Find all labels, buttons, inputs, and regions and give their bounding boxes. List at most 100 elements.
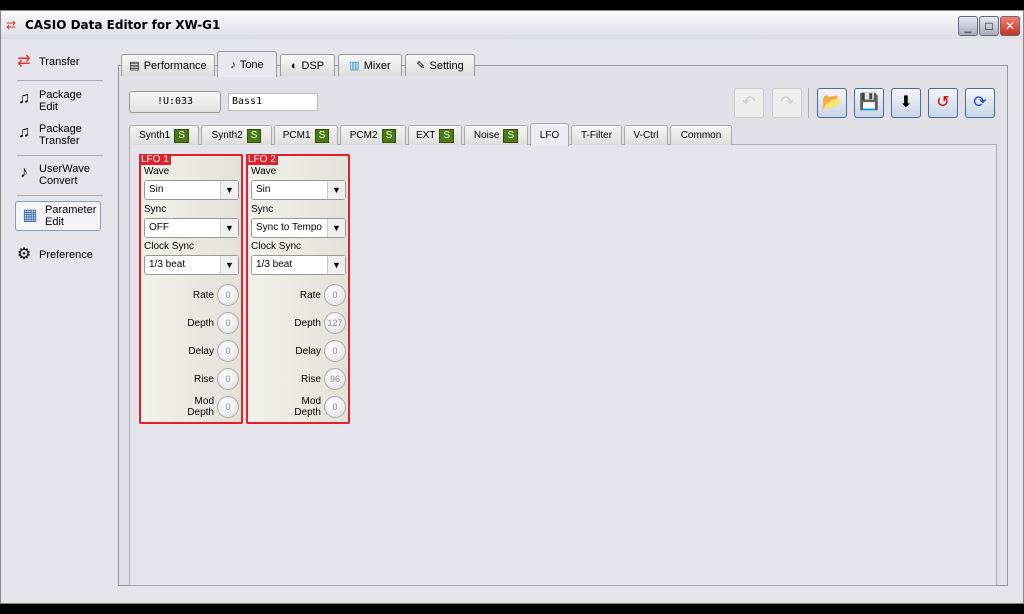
title-bar: ⇄ CASIO Data Editor for XW-G1 _ □ ✕ (1, 11, 1023, 39)
tab-setting[interactable]: ✎ Setting (405, 54, 475, 76)
rate-label: Rate (299, 289, 321, 301)
subtab-common[interactable]: Common (670, 125, 732, 145)
depth-control: Depth 0 (141, 312, 239, 334)
mod_depth-label: Mod Depth (187, 396, 214, 418)
sync-value: Sync to Tempo (256, 222, 322, 233)
tab-mixer[interactable]: ▥ Mixer (338, 54, 402, 76)
sidebar-item-transfer[interactable]: ⇄ Transfer (13, 51, 105, 73)
chevron-down-icon: ▼ (327, 181, 345, 199)
subtab-pcm2[interactable]: PCM2 S (340, 125, 406, 145)
subtab-noise[interactable]: Noise S (464, 125, 528, 145)
patch-number-button[interactable]: !U:033 (129, 91, 221, 113)
wave-dropdown[interactable]: Sin ▼ (251, 180, 346, 200)
mod_depth-knob[interactable]: 0 (217, 396, 239, 418)
subtab-t-filter[interactable]: T-Filter (571, 125, 622, 145)
sync-dropdown[interactable]: OFF ▼ (144, 218, 239, 238)
depth-knob[interactable]: 0 (217, 312, 239, 334)
sidebar-item-preference[interactable]: ⚙ Preference (13, 244, 105, 266)
tab-tone[interactable]: ♪ Tone (217, 51, 277, 77)
load-from-device-button[interactable]: ↺ (928, 88, 958, 118)
package-transfer-icon: ♫ (18, 124, 30, 141)
subtab-synth1[interactable]: Synth1 S (129, 125, 199, 145)
lfo2-group: LFO 2 Wave Sin ▼ Sync Sync to Tempo ▼ Clock Syn… (246, 154, 350, 424)
folder-open-icon: 📂 (822, 94, 842, 111)
rate-knob[interactable]: 0 (324, 284, 346, 306)
redo-icon: ↷ (780, 94, 794, 111)
gear-icon: ⚙ (16, 246, 32, 263)
sync-button[interactable]: ⟳ (965, 88, 995, 118)
clock_sync-dropdown[interactable]: 1/3 beat ▼ (144, 255, 239, 275)
delay-knob[interactable]: 0 (324, 340, 346, 362)
write-to-device-button[interactable]: ⬇ (891, 88, 921, 118)
status-badge: S (439, 128, 455, 143)
tab-dsp[interactable]: ◐ DSP (280, 54, 335, 76)
lfo1-group: LFO 1 Wave Sin ▼ Sync OFF ▼ Clock Sync 1/3 beat ▼… (139, 154, 243, 424)
subtab-label: Common (680, 130, 722, 141)
sync-dropdown[interactable]: Sync to Tempo ▼ (251, 218, 346, 238)
chip-download-icon: ⬇ (899, 94, 913, 111)
rate-label: Rate (192, 289, 214, 301)
close-button[interactable]: ✕ (1000, 16, 1020, 36)
sidebar-item-label: UserWave Convert (39, 163, 90, 187)
subtab-lfo[interactable]: LFO (530, 123, 569, 146)
subtab-label: Synth2 (211, 130, 243, 141)
performance-icon: ▤ (129, 60, 140, 72)
maximize-button[interactable]: □ (979, 16, 999, 36)
subtab-pcm1[interactable]: PCM1 S (274, 125, 338, 145)
subtab-v-ctrl[interactable]: V-Ctrl (624, 125, 668, 145)
tone-name-input[interactable]: Bass1 (228, 93, 318, 111)
delay-control: Delay 0 (248, 340, 346, 362)
subtab-synth2[interactable]: Synth2 S (201, 125, 272, 145)
open-button[interactable]: 📂 (817, 88, 847, 118)
mod_depth-control: Mod Depth 0 (248, 396, 346, 418)
app-window: ⇄ CASIO Data Editor for XW-G1 _ □ ✕ ⇄ Tra… (0, 10, 1024, 604)
redo-button[interactable]: ↷ (772, 88, 802, 118)
sync-label: Sync (144, 204, 167, 215)
delay-knob[interactable]: 0 (217, 340, 239, 362)
subtab-label: Noise (473, 130, 500, 141)
wave-label: Wave (251, 166, 277, 177)
sidebar-item-parameter-edit[interactable]: ▦ Parameter Edit (15, 201, 101, 231)
status-badge: S (246, 128, 262, 143)
rate-control: Rate 0 (141, 284, 239, 306)
sidebar-item-userwave-convert[interactable]: ♪ UserWave Convert (13, 163, 105, 187)
subtab-label: V-Ctrl (633, 130, 659, 141)
wave-dropdown[interactable]: Sin ▼ (144, 180, 239, 200)
subtab-ext[interactable]: EXT S (408, 125, 462, 145)
status-badge: S (381, 128, 397, 143)
rise-knob[interactable]: 96 (324, 368, 346, 390)
rise-label: Rise (193, 373, 214, 385)
divider (17, 80, 103, 81)
sidebar-item-label: Parameter Edit (45, 204, 97, 228)
lfo-title: LFO 1 (139, 154, 171, 165)
sidebar-item-package-edit[interactable]: ♫ Package Edit (13, 89, 105, 113)
sync-label: Sync (251, 204, 274, 215)
clock_sync-value: 1/3 beat (149, 259, 186, 270)
rate-knob[interactable]: 0 (217, 284, 239, 306)
status-badge: S (314, 128, 330, 143)
undo-button[interactable]: ↶ (734, 88, 764, 118)
chevron-down-icon: ▼ (327, 256, 345, 274)
rise-control: Rise 96 (248, 368, 346, 390)
clock_sync-label: Clock Sync (144, 241, 195, 252)
mod_depth-knob[interactable]: 0 (324, 396, 346, 418)
rise-knob[interactable]: 0 (217, 368, 239, 390)
delay-control: Delay 0 (141, 340, 239, 362)
clock_sync-label: Clock Sync (251, 241, 302, 252)
depth-knob[interactable]: 127 (324, 312, 346, 334)
minimize-button[interactable]: _ (958, 16, 978, 36)
sidebar-item-package-transfer[interactable]: ♫ Package Transfer (13, 123, 105, 147)
dsp-icon: ◐ (290, 59, 298, 72)
delay-label: Delay (295, 345, 321, 357)
transfer-arrows-icon: ⇄ (17, 53, 31, 70)
tab-label: Mixer (363, 59, 391, 72)
subtab-label: T-Filter (580, 130, 613, 141)
save-button[interactable]: 💾 (854, 88, 884, 118)
delay-label: Delay (188, 345, 214, 357)
tone-icon: ♪ (230, 58, 236, 71)
mod_depth-control: Mod Depth 0 (141, 396, 239, 418)
window-title: CASIO Data Editor for XW-G1 (25, 18, 221, 32)
clock_sync-dropdown[interactable]: 1/3 beat ▼ (251, 255, 346, 275)
tab-performance[interactable]: ▤ Performance (121, 54, 215, 76)
status-badge: S (174, 128, 189, 143)
